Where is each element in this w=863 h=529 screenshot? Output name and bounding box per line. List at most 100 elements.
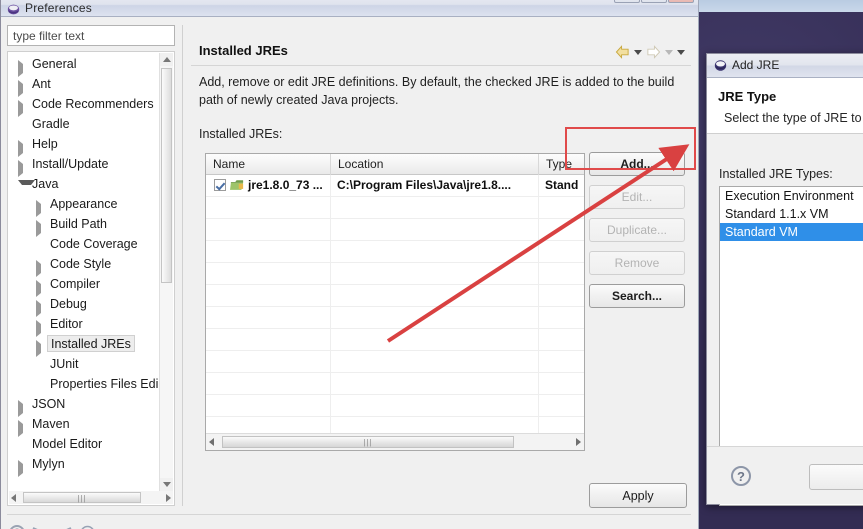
sidebar-item-editor[interactable]: Editor: [8, 314, 160, 337]
apply-button[interactable]: Apply: [589, 483, 687, 508]
sidebar-item-help[interactable]: Help: [8, 134, 160, 157]
sidebar-item-appearance[interactable]: Appearance: [8, 194, 160, 217]
forward-dropdown-icon: [665, 49, 673, 55]
dialog-subheading: Select the type of JRE to: [724, 111, 862, 125]
tree-scroll-thumb[interactable]: [161, 68, 172, 283]
preferences-window: Preferences type filter text General Ant C…: [0, 0, 698, 529]
preferences-titlebar[interactable]: Preferences: [1, 0, 698, 17]
table-row[interactable]: jre1.8.0_73 ... C:\Program Files\Java\jr…: [206, 175, 584, 197]
table-hscroll-thumb[interactable]: |||: [222, 436, 514, 448]
sidebar-item-label: JSON: [32, 397, 66, 411]
sidebar-item-label: Installed JREs: [47, 335, 135, 352]
table-header: Name Location Type: [206, 154, 584, 175]
sidebar-item-ant[interactable]: Ant: [8, 74, 160, 97]
add-jre-title: Add JRE: [732, 58, 780, 72]
jre-type-option[interactable]: Standard 1.1.x VM: [720, 205, 863, 223]
add-jre-titlebar[interactable]: Add JRE: [707, 54, 863, 78]
table-scroll-right-icon[interactable]: [576, 438, 581, 446]
scroll-right-icon[interactable]: [166, 494, 171, 502]
table-row-empty: [206, 197, 584, 219]
jre-type-option[interactable]: Standard VM: [720, 223, 863, 241]
sidebar-item-properties-files-edi[interactable]: Properties Files Edi: [8, 374, 160, 394]
export-icon[interactable]: [55, 525, 73, 529]
table-row-empty: [206, 307, 584, 329]
table-row-empty: [206, 373, 584, 395]
sidebar-item-junit[interactable]: JUnit: [8, 354, 160, 374]
jre-type-option[interactable]: Execution Environment: [720, 187, 863, 205]
minimize-button[interactable]: [614, 0, 640, 3]
duplicate-button: Duplicate...: [589, 218, 685, 242]
table-horizontal-scrollbar[interactable]: |||: [206, 433, 584, 450]
table-label: Installed JREs:: [199, 127, 283, 141]
sidebar-item-label: Code Coverage: [50, 237, 138, 251]
sidebar-item-label: Help: [32, 137, 58, 151]
remove-button: Remove: [589, 251, 685, 275]
cell-location: C:\Program Files\Java\jre1.8....: [331, 175, 539, 196]
tree-hscroll-thumb[interactable]: |||: [23, 492, 141, 503]
jre-action-buttons: Add... Edit... Duplicate... Remove Search...: [589, 152, 685, 317]
sidebar-item-java[interactable]: Java: [8, 174, 160, 194]
add-jre-footer: ?: [707, 446, 863, 504]
maximize-button[interactable]: [641, 0, 667, 3]
scroll-left-icon[interactable]: [11, 494, 16, 502]
close-button[interactable]: [668, 0, 694, 3]
sidebar-item-label: Compiler: [50, 277, 101, 291]
restore-defaults-icon[interactable]: [79, 525, 96, 529]
filter-placeholder: type filter text: [13, 29, 85, 43]
sidebar-item-label: Editor: [50, 317, 83, 331]
scroll-down-icon[interactable]: [160, 478, 173, 491]
back-dropdown-icon[interactable]: [634, 49, 642, 55]
eclipse-icon: [714, 60, 727, 71]
sidebar-item-json[interactable]: JSON: [8, 394, 160, 417]
row-checkbox[interactable]: [214, 179, 226, 191]
search-button[interactable]: Search...: [589, 284, 685, 308]
sidebar-item-mylyn[interactable]: Mylyn: [8, 454, 160, 477]
sidebar-item-label: Debug: [50, 297, 87, 311]
sidebar-item-installed-jres[interactable]: Installed JREs: [8, 334, 160, 357]
sidebar-item-label: Java: [32, 177, 59, 191]
sidebar-item-build-path[interactable]: Build Path: [8, 214, 160, 237]
sidebar-item-label: Install/Update: [32, 157, 109, 171]
column-header-location[interactable]: Location: [331, 154, 539, 175]
sidebar-item-general[interactable]: General: [8, 54, 160, 77]
sidebar-item-model-editor[interactable]: Model Editor: [8, 434, 160, 454]
help-icon[interactable]: ?: [731, 466, 751, 486]
scroll-up-icon[interactable]: [160, 53, 173, 66]
table-row-empty: [206, 285, 584, 307]
eclipse-icon: [7, 4, 20, 15]
sidebar-item-label: Appearance: [50, 197, 118, 211]
sidebar-item-install-update[interactable]: Install/Update: [8, 154, 160, 177]
tree-horizontal-scrollbar[interactable]: |||: [9, 491, 173, 504]
add-jre-header: JRE Type Select the type of JRE to: [707, 78, 863, 134]
sidebar-item-compiler[interactable]: Compiler: [8, 274, 160, 297]
view-menu-icon[interactable]: [677, 49, 685, 55]
back-arrow-icon[interactable]: [615, 45, 630, 59]
tree-vertical-scrollbar[interactable]: [159, 53, 173, 491]
table-row-empty: [206, 329, 584, 351]
sidebar-item-debug[interactable]: Debug: [8, 294, 160, 317]
sidebar-item-code-coverage[interactable]: Code Coverage: [8, 234, 160, 254]
column-header-name[interactable]: Name: [206, 154, 331, 175]
import-icon[interactable]: [31, 525, 49, 529]
dialog-next-button[interactable]: [809, 464, 863, 490]
sidebar-item-gradle[interactable]: Gradle: [8, 114, 160, 134]
preferences-body: type filter text General Ant Code Recommen…: [1, 17, 698, 529]
desktop-top-strip: [698, 0, 863, 12]
sidebar-item-maven[interactable]: Maven: [8, 414, 160, 437]
sidebar-item-code-style[interactable]: Code Style: [8, 254, 160, 277]
sidebar-item-label: Model Editor: [32, 437, 103, 451]
annotation-highlight-rect: [565, 127, 696, 170]
help-icon[interactable]: ?: [9, 525, 25, 529]
table-scroll-left-icon[interactable]: [209, 438, 214, 446]
sidebar-item-label: Ant: [32, 77, 51, 91]
jre-table[interactable]: Name Location Type jre1.8.0_73 ... C:\Pr…: [205, 153, 585, 451]
table-rows: jre1.8.0_73 ... C:\Program Files\Java\jr…: [206, 175, 584, 439]
chevron-right-icon[interactable]: [18, 460, 32, 477]
search-input[interactable]: type filter text: [7, 25, 175, 46]
sidebar-item-code-recommenders[interactable]: Code Recommenders: [8, 94, 160, 117]
preferences-tree[interactable]: General Ant Code Recommenders Gradle Help Ins…: [7, 51, 175, 506]
sidebar-item-label: Code Style: [50, 257, 112, 271]
sidebar-item-label: Gradle: [32, 117, 70, 131]
tree-list: General Ant Code Recommenders Gradle Help Ins…: [8, 54, 160, 477]
cell-type: Stand: [545, 178, 579, 192]
